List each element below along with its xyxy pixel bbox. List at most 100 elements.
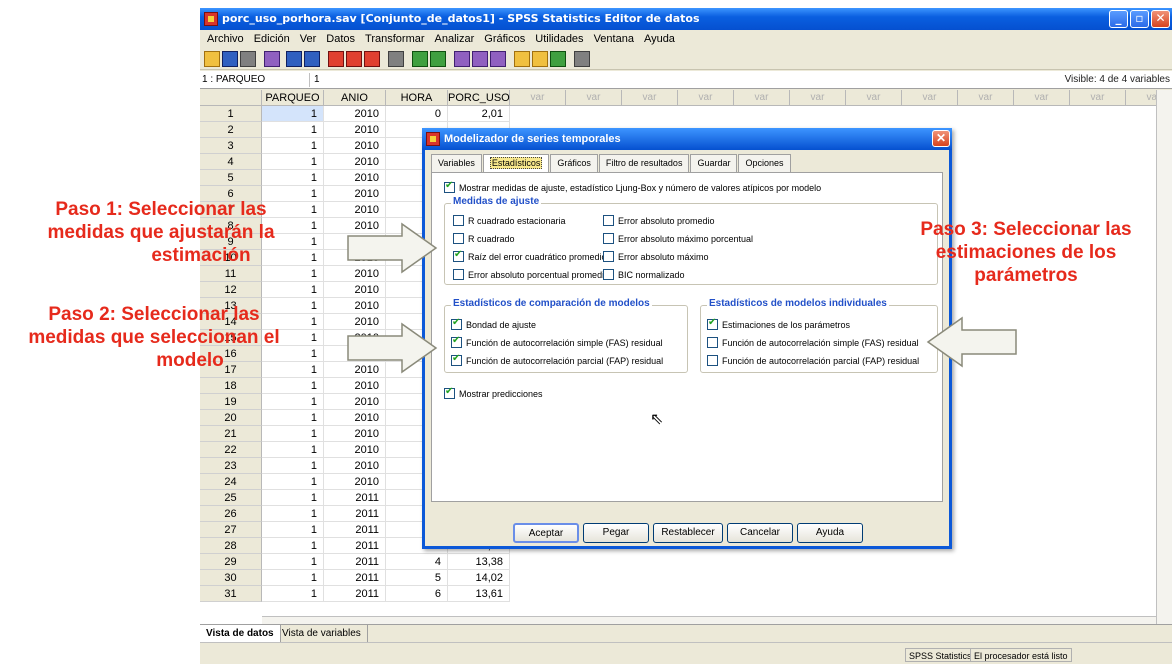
compare-pacf-checkbox[interactable]: Función de autocorrelación parcial (FAP)… bbox=[451, 353, 663, 367]
empty-var-column-header[interactable]: var bbox=[734, 90, 790, 106]
row-header[interactable]: 11 bbox=[200, 266, 262, 282]
empty-var-column-header[interactable]: var bbox=[1070, 90, 1126, 106]
fit-rmse-checkbox[interactable]: Raíz del error cuadrático promedio bbox=[453, 249, 607, 263]
column-header-anio[interactable]: ANIO bbox=[324, 90, 386, 106]
redo-icon[interactable] bbox=[304, 51, 320, 67]
spell-check-icon[interactable] bbox=[574, 51, 590, 67]
table-cell[interactable]: 2011 bbox=[324, 586, 386, 602]
table-cell[interactable]: 1 bbox=[262, 426, 324, 442]
table-cell[interactable]: 2010 bbox=[324, 442, 386, 458]
find-icon[interactable] bbox=[388, 51, 404, 67]
menu-graficos[interactable]: Gráficos bbox=[479, 30, 530, 48]
row-header[interactable]: 24 bbox=[200, 474, 262, 490]
table-cell[interactable]: 1 bbox=[262, 554, 324, 570]
menu-transformar[interactable]: Transformar bbox=[360, 30, 430, 48]
show-predictions-checkbox[interactable]: Mostrar predicciones bbox=[444, 386, 543, 400]
fit-bic-checkbox[interactable]: BIC normalizado bbox=[603, 268, 685, 281]
table-cell[interactable]: 1 bbox=[262, 442, 324, 458]
row-header[interactable]: 27 bbox=[200, 522, 262, 538]
table-cell[interactable]: 1 bbox=[262, 170, 324, 186]
parameter-estimates-checkbox[interactable]: Estimaciones de los parámetros bbox=[707, 317, 850, 331]
open-file-icon[interactable] bbox=[204, 51, 220, 67]
close-button[interactable]: ✕ bbox=[1151, 10, 1170, 28]
table-cell[interactable]: 1 bbox=[262, 522, 324, 538]
row-header[interactable]: 23 bbox=[200, 458, 262, 474]
row-header[interactable]: 2 bbox=[200, 122, 262, 138]
row-header[interactable]: 25 bbox=[200, 490, 262, 506]
table-cell[interactable]: 1 bbox=[262, 282, 324, 298]
undo-icon[interactable] bbox=[286, 51, 302, 67]
value-labels-icon[interactable] bbox=[514, 51, 530, 67]
table-cell[interactable]: 1 bbox=[262, 458, 324, 474]
dialog-close-button[interactable]: ✕ bbox=[932, 130, 950, 147]
table-cell[interactable]: 1 bbox=[262, 378, 324, 394]
table-cell[interactable]: 6 bbox=[386, 586, 448, 602]
menu-ver[interactable]: Ver bbox=[295, 30, 322, 48]
empty-var-column-header[interactable]: var bbox=[622, 90, 678, 106]
empty-var-column-header[interactable]: var bbox=[510, 90, 566, 106]
row-header[interactable]: 3 bbox=[200, 138, 262, 154]
tab-guardar[interactable]: Guardar bbox=[690, 154, 738, 172]
tab-estadisticos[interactable]: Estadísticos bbox=[482, 154, 550, 172]
row-header[interactable]: 21 bbox=[200, 426, 262, 442]
table-cell[interactable]: 2010 bbox=[324, 298, 386, 314]
print-icon[interactable] bbox=[240, 51, 256, 67]
row-header[interactable]: 18 bbox=[200, 378, 262, 394]
tab-filtro-resultados[interactable]: Filtro de resultados bbox=[598, 154, 690, 172]
row-header[interactable]: 1 bbox=[200, 106, 262, 122]
table-cell[interactable]: 2011 bbox=[324, 538, 386, 554]
table-cell[interactable]: 1 bbox=[262, 570, 324, 586]
table-cell[interactable]: 2011 bbox=[324, 522, 386, 538]
table-cell[interactable]: 5 bbox=[386, 570, 448, 586]
menu-edicion[interactable]: Edición bbox=[249, 30, 295, 48]
table-cell[interactable]: 1 bbox=[262, 106, 324, 122]
variables-icon[interactable] bbox=[364, 51, 380, 67]
empty-var-column-header[interactable]: var bbox=[790, 90, 846, 106]
maximize-button[interactable]: ▫ bbox=[1130, 10, 1149, 28]
table-cell[interactable]: 1 bbox=[262, 410, 324, 426]
empty-var-column-header[interactable]: var bbox=[566, 90, 622, 106]
show-all-icon[interactable] bbox=[550, 51, 566, 67]
vertical-scrollbar[interactable] bbox=[1156, 90, 1172, 624]
table-cell[interactable]: 1 bbox=[262, 122, 324, 138]
menu-archivo[interactable]: Archivo bbox=[202, 30, 249, 48]
table-cell[interactable]: 2010 bbox=[324, 282, 386, 298]
select-cases-icon[interactable] bbox=[490, 51, 506, 67]
table-cell[interactable]: 1 bbox=[262, 138, 324, 154]
pegar-button[interactable]: Pegar bbox=[583, 523, 649, 543]
empty-var-column-header[interactable]: var bbox=[678, 90, 734, 106]
table-cell[interactable]: 2011 bbox=[324, 506, 386, 522]
menu-ayuda[interactable]: Ayuda bbox=[639, 30, 680, 48]
indiv-acf-checkbox[interactable]: Función de autocorrelación simple (FAS) … bbox=[707, 336, 919, 349]
goodness-of-fit-checkbox[interactable]: Bondad de ajuste bbox=[451, 317, 536, 331]
row-header[interactable]: 4 bbox=[200, 154, 262, 170]
table-cell[interactable]: 0 bbox=[386, 106, 448, 122]
split-file-icon[interactable] bbox=[454, 51, 470, 67]
row-header[interactable]: 5 bbox=[200, 170, 262, 186]
table-cell[interactable]: 2,01 bbox=[448, 106, 510, 122]
empty-var-column-header[interactable]: var bbox=[846, 90, 902, 106]
row-header[interactable]: 26 bbox=[200, 506, 262, 522]
empty-var-column-header[interactable]: var bbox=[902, 90, 958, 106]
column-header-parqueo[interactable]: PARQUEO bbox=[262, 90, 324, 106]
column-header-hora[interactable]: HORA bbox=[386, 90, 448, 106]
indiv-pacf-checkbox[interactable]: Función de autocorrelación parcial (FAP)… bbox=[707, 354, 919, 367]
menu-utilidades[interactable]: Utilidades bbox=[530, 30, 588, 48]
row-header[interactable]: 12 bbox=[200, 282, 262, 298]
empty-var-column-header[interactable]: var bbox=[1126, 90, 1156, 106]
row-header[interactable]: 19 bbox=[200, 394, 262, 410]
fit-r2-checkbox[interactable]: R cuadrado bbox=[453, 232, 515, 245]
insert-cases-icon[interactable] bbox=[412, 51, 428, 67]
table-cell[interactable]: 2010 bbox=[324, 186, 386, 202]
fit-mape-checkbox[interactable]: Error absoluto porcentual promedio bbox=[453, 268, 609, 281]
insert-variable-icon[interactable] bbox=[430, 51, 446, 67]
fit-mae-checkbox[interactable]: Error absoluto promedio bbox=[603, 214, 715, 227]
table-cell[interactable]: 2010 bbox=[324, 138, 386, 154]
cell-value-editor[interactable]: 1 bbox=[314, 73, 320, 87]
menu-analizar[interactable]: Analizar bbox=[430, 30, 480, 48]
compare-acf-checkbox[interactable]: Función de autocorrelación simple (FAS) … bbox=[451, 335, 663, 349]
table-cell[interactable]: 1 bbox=[262, 394, 324, 410]
menu-datos[interactable]: Datos bbox=[321, 30, 360, 48]
row-header[interactable]: 31 bbox=[200, 586, 262, 602]
cancelar-button[interactable]: Cancelar bbox=[727, 523, 793, 543]
